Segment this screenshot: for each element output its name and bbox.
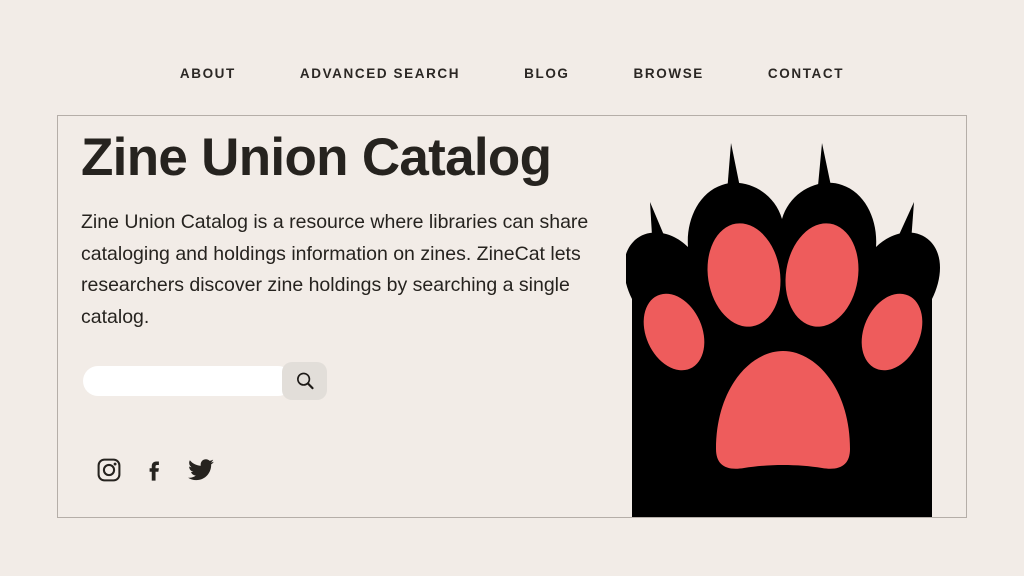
nav-contact[interactable]: CONTACT bbox=[768, 67, 844, 81]
nav-blog[interactable]: BLOG bbox=[524, 67, 569, 81]
cat-paw-illustration bbox=[626, 127, 966, 517]
twitter-icon bbox=[187, 456, 215, 484]
social-link-facebook[interactable] bbox=[140, 455, 170, 485]
search-icon bbox=[294, 370, 316, 392]
paw-black-shape bbox=[626, 143, 940, 517]
social-link-twitter[interactable] bbox=[186, 455, 216, 485]
hero-description: Zine Union Catalog is a resource where l… bbox=[81, 211, 589, 328]
page-title: Zine Union Catalog bbox=[81, 128, 552, 187]
nav-about[interactable]: ABOUT bbox=[180, 67, 236, 81]
nav-advanced-search[interactable]: ADVANCED SEARCH bbox=[300, 67, 460, 81]
hero-card: Zine Union Catalog Zine Union Catalog is… bbox=[57, 115, 967, 518]
search-button[interactable] bbox=[282, 362, 327, 400]
paw-toe-beans bbox=[643, 223, 923, 469]
facebook-icon bbox=[142, 457, 168, 483]
search-bar bbox=[83, 362, 327, 400]
instagram-icon bbox=[96, 457, 122, 483]
page-root: ABOUT ADVANCED SEARCH BLOG BROWSE CONTAC… bbox=[0, 0, 1024, 576]
hero-text-block: Zine Union Catalog Zine Union Catalog is… bbox=[81, 128, 641, 333]
main-navigation: ABOUT ADVANCED SEARCH BLOG BROWSE CONTAC… bbox=[0, 58, 1024, 90]
search-input[interactable] bbox=[83, 366, 293, 396]
social-links bbox=[94, 455, 216, 485]
social-link-instagram[interactable] bbox=[94, 455, 124, 485]
nav-browse[interactable]: BROWSE bbox=[634, 67, 704, 81]
